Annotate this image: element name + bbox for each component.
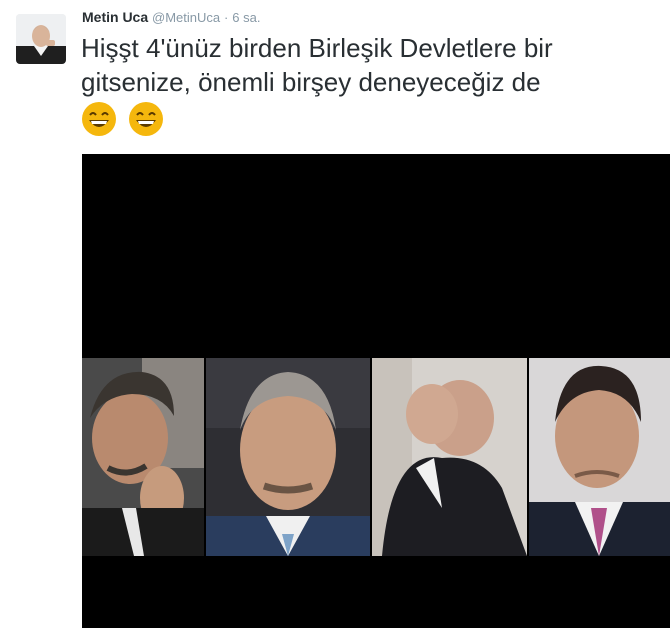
grinning-face-emoji xyxy=(82,102,116,136)
tweet-header: Metin Uca @MetinUca · 6 sa. xyxy=(82,8,260,27)
photo-man-hand-on-face xyxy=(82,358,204,556)
tweet-text-line-1: Hişşt 4'ünüz birden Birleşik Devletlere … xyxy=(81,33,553,63)
separator-dot: · xyxy=(224,10,229,25)
grinning-face-emoji xyxy=(129,102,164,136)
avatar-image xyxy=(16,14,66,64)
timestamp[interactable]: 6 sa. xyxy=(232,10,260,25)
tweet: Metin Uca @MetinUca · 6 sa. Hişşt 4'ünüz… xyxy=(0,0,670,628)
photo-panel-1 xyxy=(82,358,204,556)
photo-panel-4 xyxy=(529,358,670,556)
user-name[interactable]: Metin Uca xyxy=(82,9,148,25)
photo-man-sad-face xyxy=(206,358,370,556)
photo-man-frowning xyxy=(529,358,670,556)
photo-panel-2 xyxy=(206,358,370,556)
user-handle[interactable]: @MetinUca xyxy=(152,10,220,25)
tweet-text-line-2: gitsenize, önemli birşey deneyeceğiz de xyxy=(81,67,541,97)
avatar[interactable] xyxy=(16,14,66,64)
emoji-row xyxy=(81,101,666,139)
tweet-text: Hişşt 4'ünüz birden Birleşik Devletlere … xyxy=(81,31,666,139)
photo-panel-3 xyxy=(372,358,527,556)
tweet-media[interactable] xyxy=(82,154,670,628)
photo-man-head-in-hands xyxy=(372,358,527,556)
